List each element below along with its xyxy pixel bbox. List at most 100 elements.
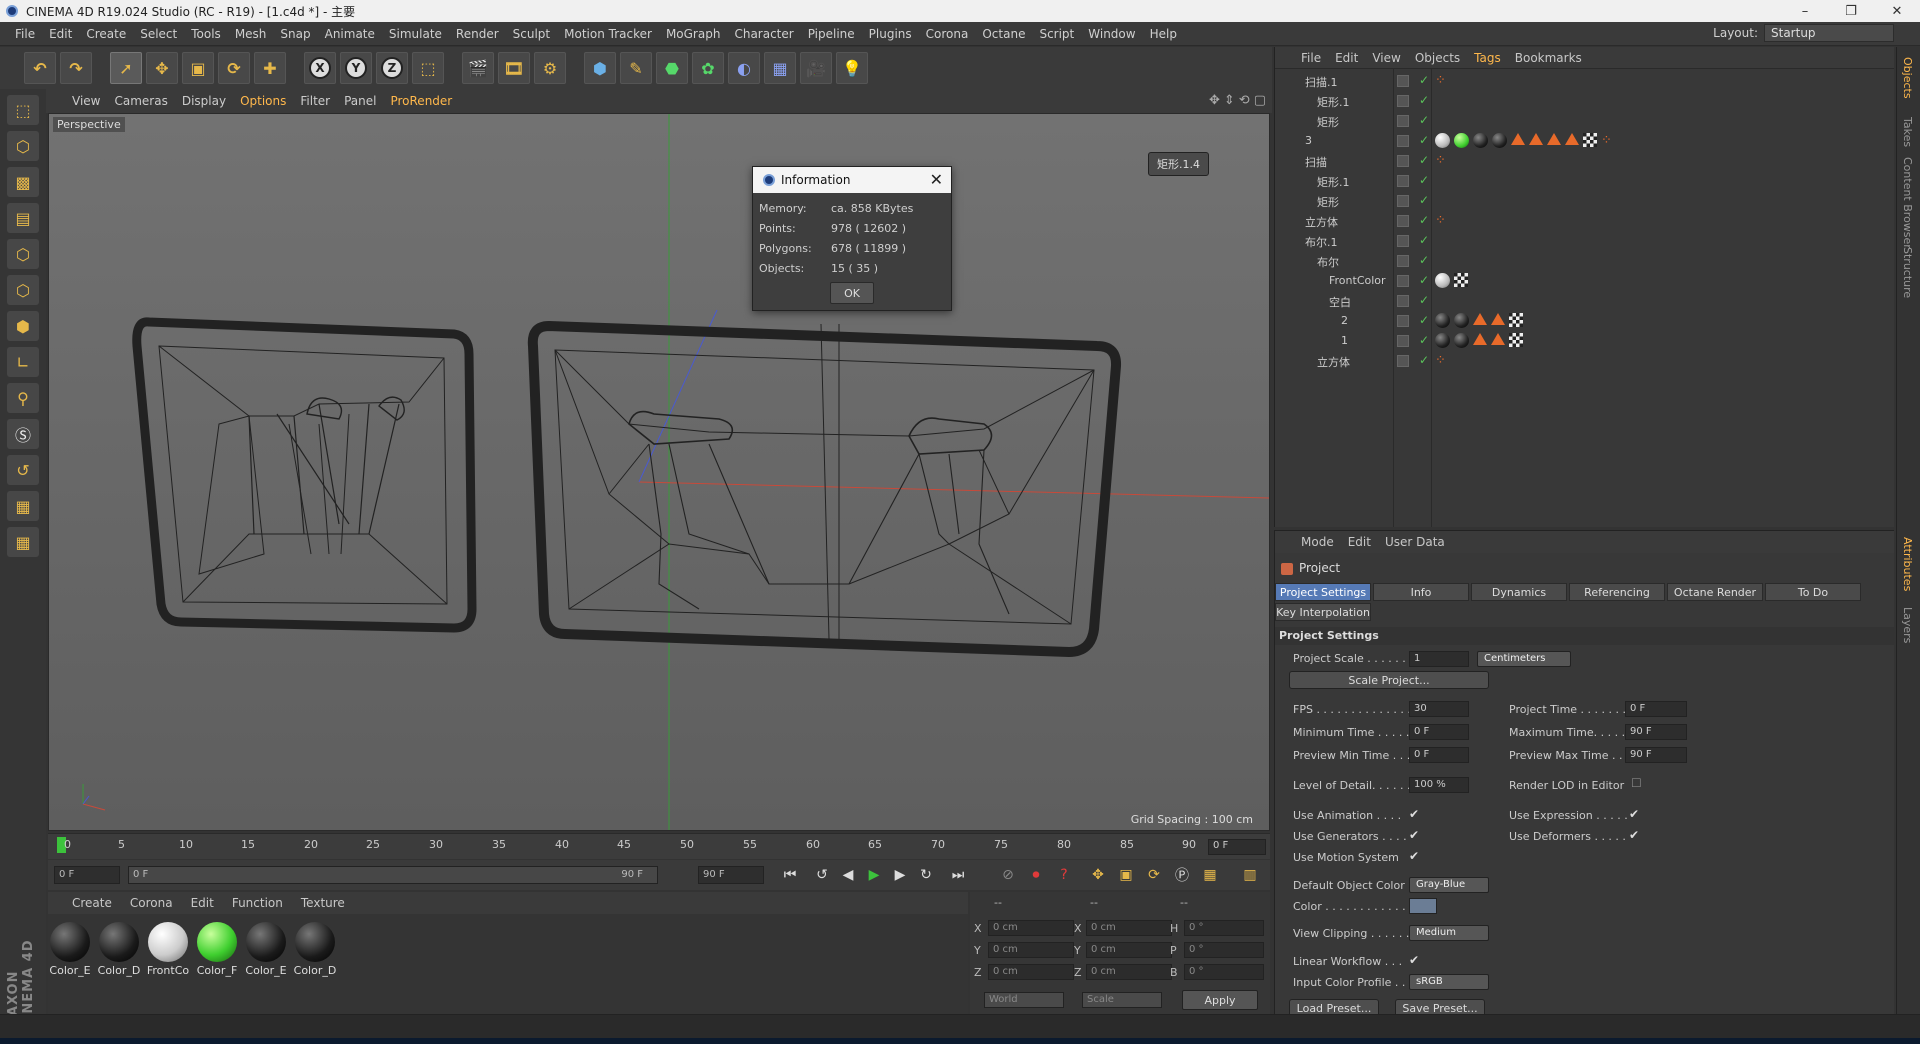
enabled-check-icon[interactable]: ✓	[1419, 353, 1429, 367]
size-y-field[interactable]: 0 cm	[1086, 942, 1172, 958]
object-row[interactable]: 矩形.1 ✓	[1275, 171, 1895, 191]
vp-zoom-icon[interactable]: ⇕	[1224, 93, 1235, 108]
vp-move-icon[interactable]: ✥	[1209, 93, 1220, 108]
tab-referencing[interactable]: Referencing	[1569, 583, 1665, 601]
visibility-toggle-icon[interactable]	[1397, 155, 1409, 167]
size-z-field[interactable]: 0 cm	[1086, 964, 1172, 980]
texture-tag-icon[interactable]	[1509, 313, 1523, 327]
autokey-icon[interactable]: ⏺	[1024, 863, 1048, 887]
light-icon[interactable]: 💡	[836, 52, 868, 84]
enabled-check-icon[interactable]: ✓	[1419, 133, 1429, 147]
use-animation-checkbox[interactable]: ✔	[1409, 807, 1419, 821]
tab-key-interpolation[interactable]: Key Interpolation	[1275, 603, 1371, 621]
render-picture-viewer-icon[interactable]: 🎞	[498, 52, 530, 84]
tab-octane-render[interactable]: Octane Render	[1667, 583, 1763, 601]
enabled-check-icon[interactable]: ✓	[1419, 73, 1429, 87]
vp-menu-panel[interactable]: Panel	[344, 94, 376, 108]
apply-button[interactable]: Apply	[1182, 990, 1258, 1010]
phong-tag-icon[interactable]	[1565, 133, 1579, 145]
coordinate-system-icon[interactable]: ⬚	[412, 52, 444, 84]
material-tag-icon[interactable]	[1435, 133, 1450, 148]
object-row[interactable]: 矩形 ✓	[1275, 191, 1895, 211]
view-clipping-select[interactable]: Medium	[1409, 925, 1489, 941]
use-generators-checkbox[interactable]: ✔	[1409, 828, 1419, 842]
object-row[interactable]: 矩形.1 ✓	[1275, 91, 1895, 111]
world-select[interactable]: World	[984, 992, 1064, 1008]
menu-pipeline[interactable]: Pipeline	[801, 27, 862, 41]
position-y-field[interactable]: 0 cm	[988, 942, 1074, 958]
attr-menu-edit[interactable]: Edit	[1348, 535, 1371, 549]
menu-create[interactable]: Create	[79, 27, 133, 41]
camera-icon[interactable]: 🎥	[800, 52, 832, 84]
enabled-check-icon[interactable]: ✓	[1419, 293, 1429, 307]
deformer-icon[interactable]: ◐	[728, 52, 760, 84]
menu-snap[interactable]: Snap	[273, 27, 317, 41]
tab-dynamics[interactable]: Dynamics	[1471, 583, 1567, 601]
magnet-icon[interactable]: ↺	[7, 455, 39, 485]
preview-min-field[interactable]: 0 F	[1409, 747, 1469, 763]
close-icon[interactable]: ✕	[930, 170, 943, 189]
texture-mode-icon[interactable]: ▩	[7, 167, 39, 197]
attr-menu-user-data[interactable]: User Data	[1385, 535, 1445, 549]
phong-tag-icon[interactable]	[1491, 333, 1505, 345]
input-color-profile-select[interactable]: sRGB	[1409, 974, 1489, 990]
material-item[interactable]: Color_D	[97, 922, 141, 977]
tab-to-do[interactable]: To Do	[1765, 583, 1861, 601]
timeline-ruler[interactable]: 0 5 10 15 20 25 30 35 40 45 50 55 60 65 …	[48, 833, 1270, 859]
subdivision-icon[interactable]: ⬣	[656, 52, 688, 84]
visibility-toggle-icon[interactable]	[1397, 75, 1409, 87]
phong-tag-icon[interactable]	[1473, 333, 1487, 345]
keyframe-selection-icon[interactable]: ?	[1052, 863, 1076, 887]
phong-tag-icon[interactable]	[1473, 313, 1487, 325]
menu-edit[interactable]: Edit	[42, 27, 79, 41]
menu-select[interactable]: Select	[133, 27, 184, 41]
phong-tag-icon[interactable]	[1491, 313, 1505, 325]
mat-menu-create[interactable]: Create	[72, 896, 112, 910]
go-to-end-icon[interactable]: ⏭	[946, 863, 970, 887]
cloner-icon[interactable]: ✿	[692, 52, 724, 84]
object-row[interactable]: 布尔.1 ✓	[1275, 231, 1895, 251]
scale-tool-icon[interactable]: ▣	[182, 52, 214, 84]
vp-menu-filter[interactable]: Filter	[300, 94, 330, 108]
menu-animate[interactable]: Animate	[318, 27, 382, 41]
enabled-check-icon[interactable]: ✓	[1419, 173, 1429, 187]
texture-tag-icon[interactable]	[1454, 273, 1468, 287]
object-row[interactable]: 扫描.1 ✓ ⁘	[1275, 71, 1895, 91]
lod-field[interactable]: 100 %	[1409, 777, 1469, 793]
material-item[interactable]: Color_E	[244, 922, 288, 977]
mat-menu-texture[interactable]: Texture	[301, 896, 345, 910]
record-keys-icon[interactable]: ⊘	[996, 863, 1020, 887]
key-pla-icon[interactable]: ▦	[1198, 863, 1222, 887]
tab-project-settings[interactable]: Project Settings	[1275, 583, 1371, 601]
phong-tag-icon[interactable]	[1511, 133, 1525, 145]
obj-menu-bookmarks[interactable]: Bookmarks	[1515, 51, 1582, 65]
vp-menu-view[interactable]: View	[72, 94, 100, 108]
visibility-toggle-icon[interactable]	[1397, 255, 1409, 267]
enabled-check-icon[interactable]: ✓	[1419, 313, 1429, 327]
object-row[interactable]: 空白 ✓	[1275, 291, 1895, 311]
menu-script[interactable]: Script	[1032, 27, 1081, 41]
menu-help[interactable]: Help	[1143, 27, 1184, 41]
workplane-icon[interactable]: ▤	[7, 203, 39, 233]
obj-menu-edit[interactable]: Edit	[1335, 51, 1358, 65]
redo-icon[interactable]: ↷	[60, 52, 92, 84]
tab-info[interactable]: Info	[1373, 583, 1469, 601]
menu-window[interactable]: Window	[1081, 27, 1142, 41]
start-frame-field[interactable]: 0 F	[54, 866, 120, 884]
default-object-color-select[interactable]: Gray-Blue	[1409, 877, 1489, 893]
previous-frame-icon[interactable]: ◀	[836, 863, 860, 887]
menu-simulate[interactable]: Simulate	[382, 27, 449, 41]
fps-field[interactable]: 30	[1409, 701, 1469, 717]
ok-button[interactable]: OK	[830, 282, 874, 304]
visibility-toggle-icon[interactable]	[1397, 315, 1409, 327]
undo-icon[interactable]: ↶	[24, 52, 56, 84]
play-icon[interactable]: ▶	[862, 863, 886, 887]
object-row[interactable]: 2 ✓	[1275, 311, 1895, 331]
menu-plugins[interactable]: Plugins	[862, 27, 919, 41]
phong-tag-icon[interactable]	[1547, 133, 1561, 145]
max-time-field[interactable]: 90 F	[1625, 724, 1687, 740]
obj-menu-tags[interactable]: Tags	[1474, 51, 1501, 65]
visibility-toggle-icon[interactable]	[1397, 355, 1409, 367]
close-window-button[interactable]: ✕	[1874, 0, 1920, 22]
object-row[interactable]: FrontColor ✓	[1275, 271, 1895, 291]
